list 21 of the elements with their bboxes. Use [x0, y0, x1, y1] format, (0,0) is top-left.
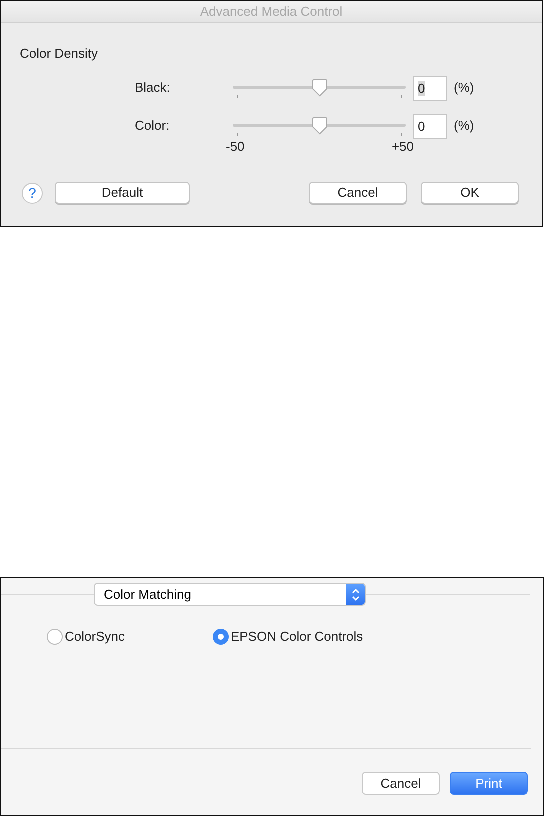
unit-label: (%)	[454, 117, 474, 136]
popup-menu[interactable]: Color Matching	[94, 583, 366, 606]
slider-thumb[interactable]	[312, 117, 328, 135]
value-field[interactable]: 0	[413, 76, 447, 100]
slider-label: Color:	[135, 117, 171, 136]
slider-thumb[interactable]	[312, 79, 328, 97]
dialog-button[interactable]: OK	[421, 182, 519, 204]
radio-option[interactable]: ColorSync	[47, 627, 125, 647]
dialog-button[interactable]: Default	[55, 182, 190, 204]
window-title: Advanced Media Control	[1, 1, 542, 23]
help-button[interactable]: ?	[22, 182, 43, 204]
unit-label: (%)	[454, 79, 474, 98]
scale-label: +50	[392, 139, 414, 155]
section-label: Color Density	[20, 45, 100, 63]
value-field[interactable]: 0	[413, 114, 447, 138]
radio-option[interactable]: EPSON Color Controls	[212, 627, 364, 647]
slider-label: Black:	[135, 79, 172, 98]
dialog-button[interactable]: Cancel	[309, 182, 407, 204]
scale-label: -50	[226, 139, 245, 155]
cancel-button[interactable]: Cancel	[362, 772, 440, 795]
stepper-icon	[352, 588, 360, 602]
